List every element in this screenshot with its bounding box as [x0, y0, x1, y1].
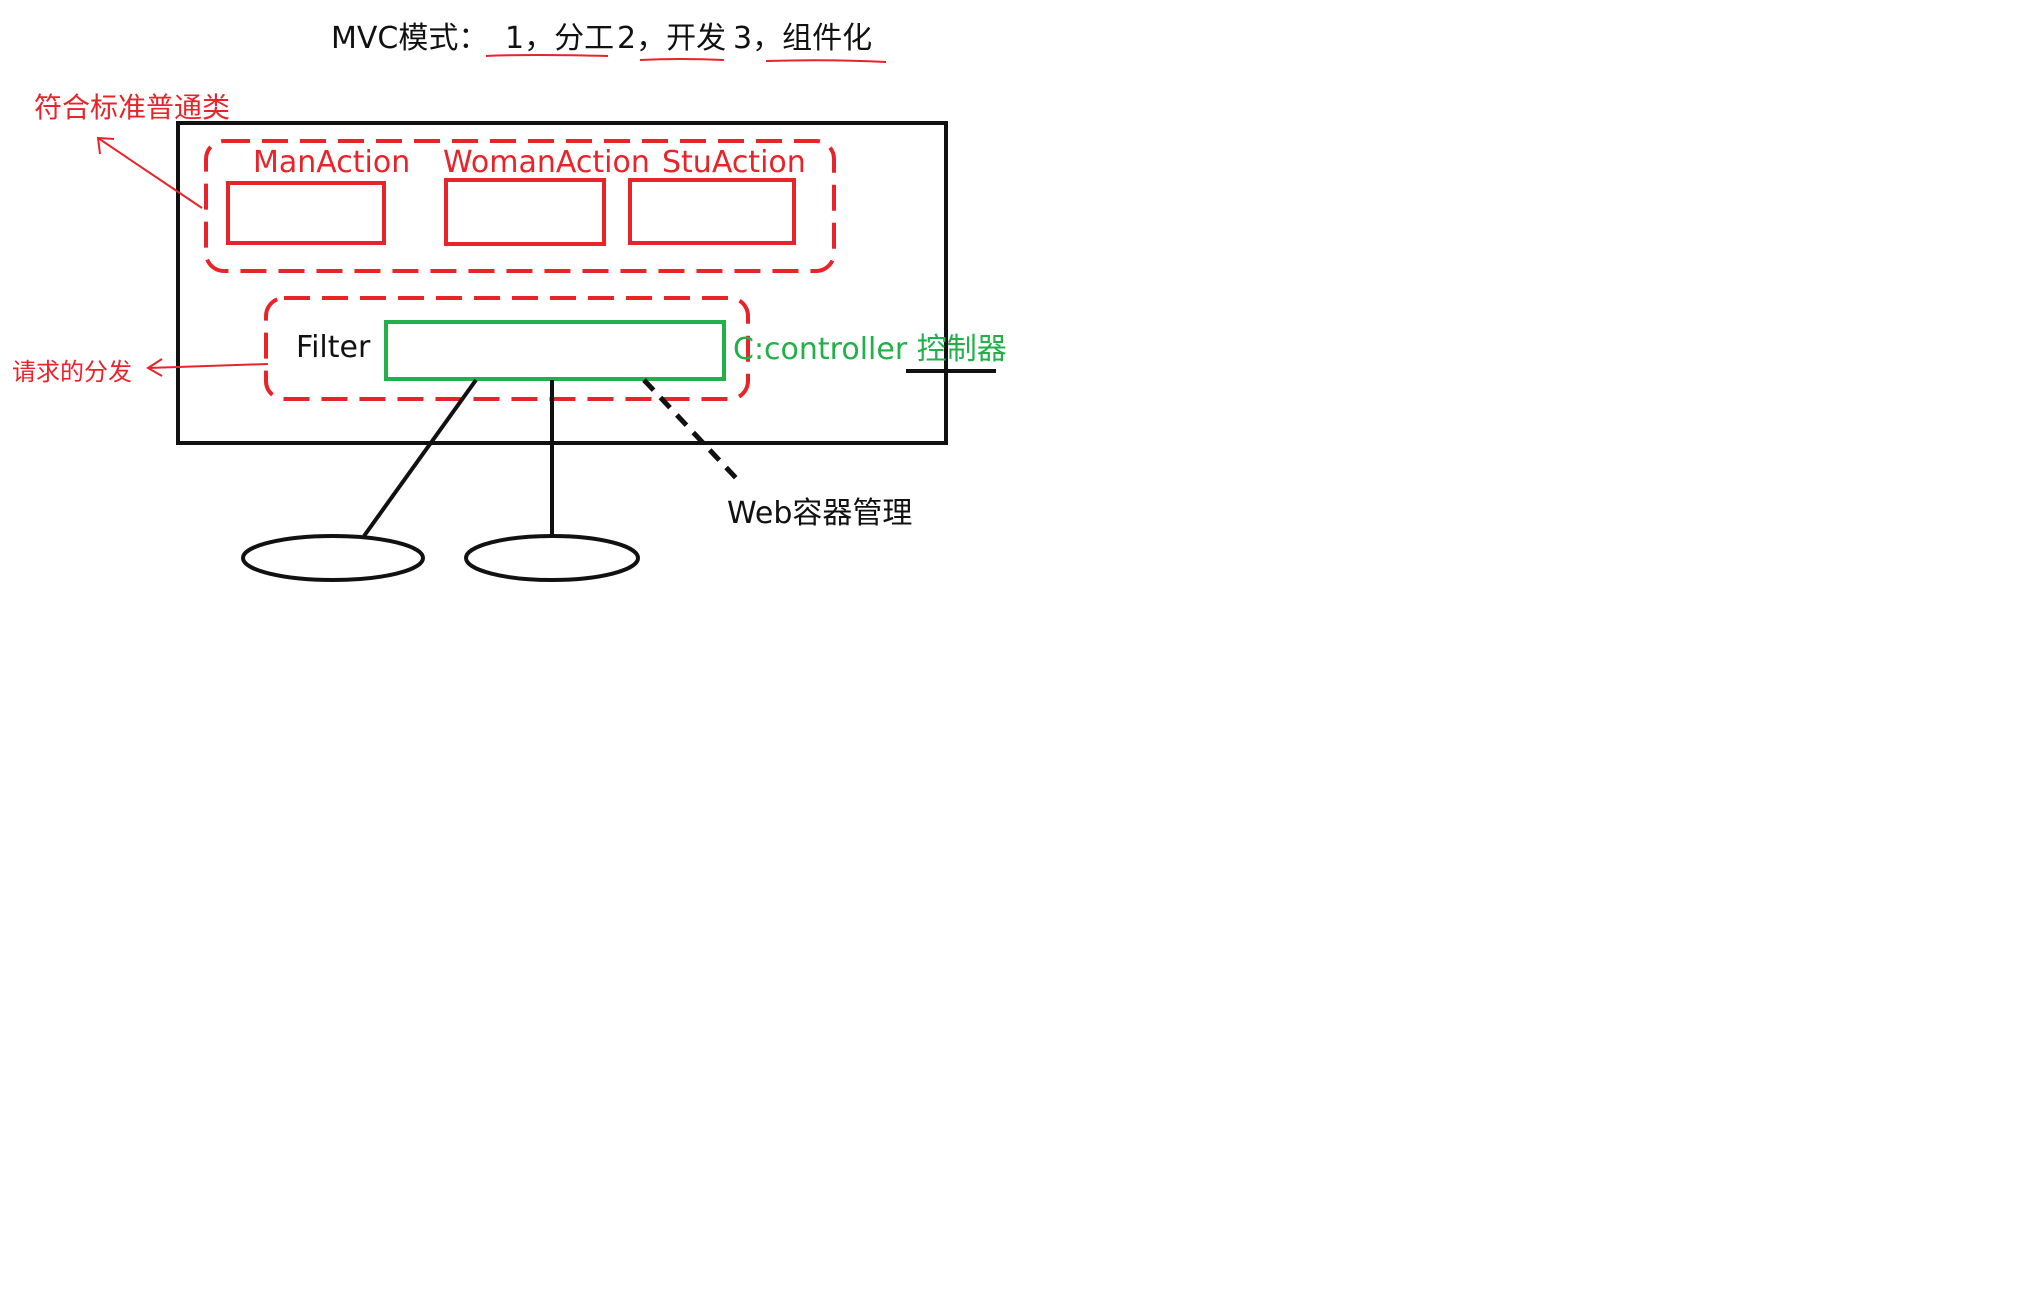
controller-box: [384, 320, 726, 381]
stu-action-box: [628, 178, 796, 245]
title-item-2: 2，开发: [617, 21, 727, 56]
title-item-1: 1，分工: [505, 21, 615, 56]
controller-label: C:controller 控制器: [733, 332, 1007, 367]
standard-class-arrow-line: [97, 137, 203, 209]
endpoint-ellipse-left: [241, 534, 425, 582]
title-underline-2: [639, 58, 725, 61]
filter-label: Filter: [296, 330, 371, 365]
title-underline-3: [765, 59, 887, 63]
request-dispatch-arrow-line: [147, 363, 269, 369]
request-dispatch-annotation: 请求的分发: [12, 358, 132, 386]
connector-line-dashed: [642, 378, 738, 480]
web-container-annotation: Web容器管理: [727, 496, 913, 531]
standard-class-annotation: 符合标准普通类: [34, 91, 231, 124]
woman-action-label: WomanAction: [443, 145, 650, 180]
connector-line-left: [362, 378, 478, 538]
endpoint-ellipse-right: [464, 534, 640, 582]
woman-action-box: [444, 178, 606, 246]
diagram-canvas: [96, 54, 996, 582]
man-action-box: [226, 181, 386, 245]
stu-action-label: StuAction: [662, 145, 806, 180]
title-prefix: MVC模式：: [331, 21, 489, 56]
man-action-label: ManAction: [253, 145, 411, 180]
title-item-3: 3，组件化: [733, 21, 873, 56]
